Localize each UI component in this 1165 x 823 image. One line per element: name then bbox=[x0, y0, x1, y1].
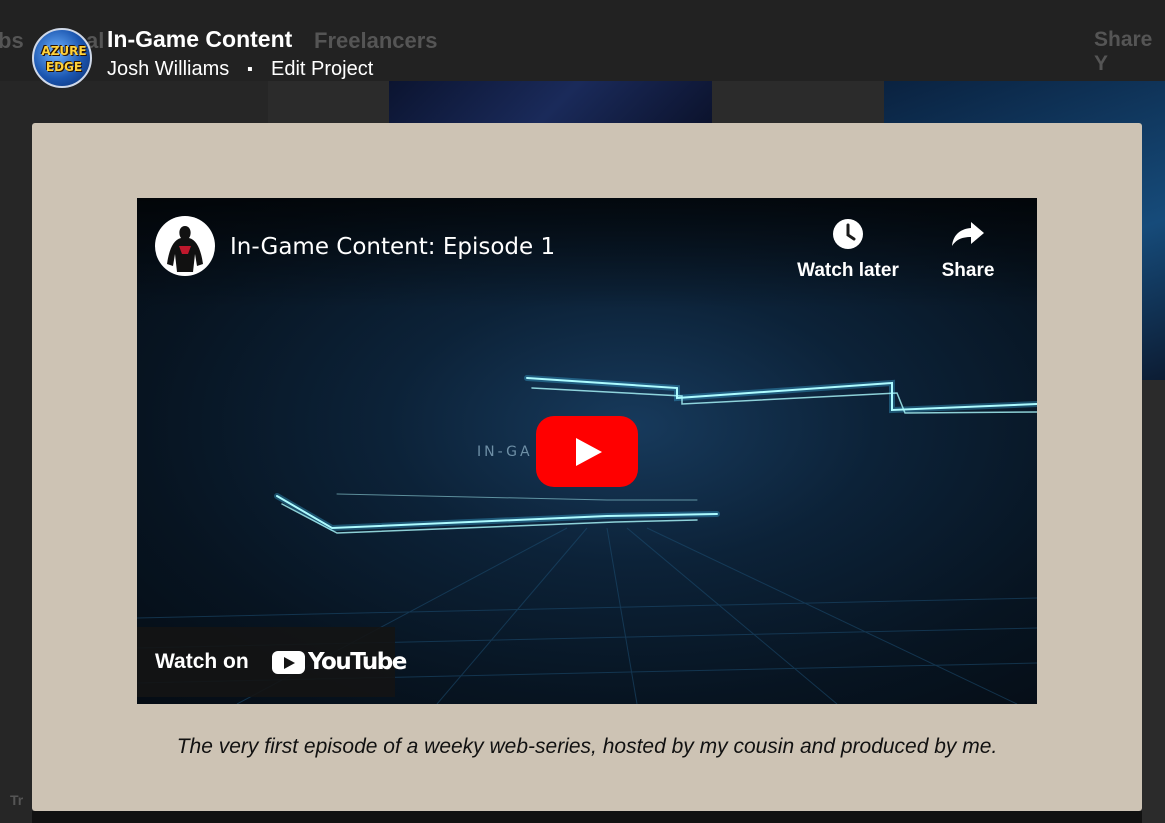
play-icon bbox=[576, 438, 602, 466]
clock-icon bbox=[833, 219, 863, 249]
youtube-wordmark: YouTube bbox=[308, 649, 407, 675]
background-nav-fragment: bs bbox=[0, 28, 24, 53]
watch-on-label: Watch on bbox=[155, 650, 249, 673]
share-button[interactable]: Share bbox=[913, 218, 1023, 282]
video-title[interactable]: In-Game Content: Episode 1 bbox=[230, 234, 555, 260]
youtube-embed[interactable]: IN-GA TENT In-Game Content: Episode 1 Wa… bbox=[137, 198, 1037, 704]
bottom-strip bbox=[32, 811, 1142, 823]
project-author-link[interactable]: Josh Williams bbox=[107, 58, 229, 81]
watch-later-button[interactable]: Watch later bbox=[793, 218, 903, 282]
separator-dot: ▪ bbox=[247, 61, 253, 78]
project-header: AZURE EDGE In-Game Content Josh Williams… bbox=[30, 26, 450, 92]
edit-project-link[interactable]: Edit Project bbox=[271, 58, 373, 81]
project-title: In-Game Content bbox=[107, 26, 293, 52]
channel-avatar[interactable] bbox=[155, 216, 215, 276]
watch-on-youtube-button[interactable]: Watch on YouTube bbox=[137, 627, 407, 697]
share-arrow-icon bbox=[952, 222, 984, 246]
azure-edge-logo[interactable]: AZURE EDGE bbox=[32, 28, 92, 88]
youtube-logo-icon: YouTube bbox=[272, 649, 407, 677]
background-share-fragment: Share Y bbox=[1094, 28, 1153, 75]
superhero-icon bbox=[167, 226, 203, 272]
watch-later-label: Watch later bbox=[797, 260, 899, 281]
share-label: Share bbox=[941, 260, 995, 281]
video-caption: The very first episode of a weeky web-se… bbox=[176, 735, 998, 758]
logo-text: AZURE bbox=[41, 44, 87, 58]
background-bottom-fragment: Tr bbox=[10, 792, 24, 808]
play-button[interactable] bbox=[536, 416, 638, 487]
logo-text: EDGE bbox=[45, 60, 83, 74]
